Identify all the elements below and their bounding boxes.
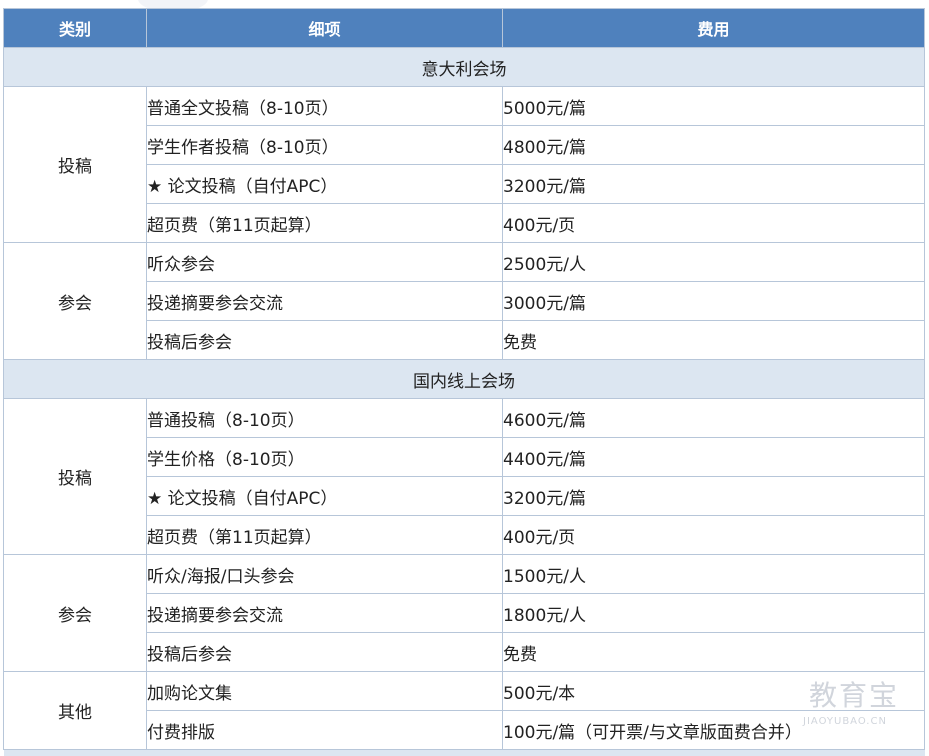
category-cell: 参会 [3,554,147,672]
detail-cell: 投稿后参会 [146,632,503,672]
section-row-italy: 意大利会场 [3,47,925,87]
table-header-row: 类别 细项 费用 [3,8,925,48]
fee-cell: 500元/本 [502,671,925,711]
fee-table: 类别 细项 费用 意大利会场 投稿 普通全文投稿（8-10页） 5000元/篇 … [3,8,925,756]
detail-cell: 听众参会 [146,242,503,282]
table-bottom-strip [3,749,925,756]
section-title: 国内线上会场 [3,359,925,399]
table-row: 其他 加购论文集 500元/本 [3,671,925,750]
section-row-domestic-online: 国内线上会场 [3,359,925,399]
fee-cell: 3200元/篇 [502,476,925,516]
detail-cell: 加购论文集 [146,671,503,711]
fee-cell: 2500元/人 [502,242,925,282]
fee-cell: 4600元/篇 [502,398,925,438]
detail-cell: 普通投稿（8-10页） [146,398,503,438]
category-cell: 参会 [3,242,147,360]
fee-cell: 4400元/篇 [502,437,925,477]
fee-cell: 3000元/篇 [502,281,925,321]
fee-cell: 5000元/篇 [502,86,925,126]
detail-cell: 投递摘要参会交流 [146,593,503,633]
fee-cell: 100元/篇（可开票/与文章版面费合并） [502,710,925,750]
table-row: 投稿 普通投稿（8-10页） 4600元/篇 [3,398,925,555]
fee-cell: 3200元/篇 [502,164,925,204]
fee-cell: 4800元/篇 [502,125,925,165]
detail-cell: 学生作者投稿（8-10页） [146,125,503,165]
category-cell: 投稿 [3,86,147,243]
fee-cell: 免费 [502,320,925,360]
detail-cell: ★ 论文投稿（自付APC） [146,164,503,204]
table-row: 投稿 普通全文投稿（8-10页） 5000元/篇 [3,86,925,243]
column-header-detail: 细项 [146,8,503,48]
detail-cell: 学生价格（8-10页） [146,437,503,477]
detail-cell: 投递摘要参会交流 [146,281,503,321]
detail-cell: 普通全文投稿（8-10页） [146,86,503,126]
column-header-category: 类别 [3,8,147,48]
detail-cell: 听众/海报/口头参会 [146,554,503,594]
table-row: 参会 听众/海报/口头参会 1500元/人 [3,554,925,672]
table-row: 参会 听众参会 2500元/人 [3,242,925,360]
category-cell: 其他 [3,671,147,750]
fee-cell: 1800元/人 [502,593,925,633]
fee-cell: 1500元/人 [502,554,925,594]
category-cell: 投稿 [3,398,147,555]
detail-cell: ★ 论文投稿（自付APC） [146,476,503,516]
detail-cell: 付费排版 [146,710,503,750]
fee-cell: 400元/页 [502,203,925,243]
bottom-strip-cell [3,749,925,756]
detail-cell: 超页费（第11页起算） [146,515,503,555]
detail-cell: 投稿后参会 [146,320,503,360]
fee-cell: 400元/页 [502,515,925,555]
detail-cell: 超页费（第11页起算） [146,203,503,243]
fee-cell: 免费 [502,632,925,672]
section-title: 意大利会场 [3,47,925,87]
column-header-fee: 费用 [502,8,925,48]
